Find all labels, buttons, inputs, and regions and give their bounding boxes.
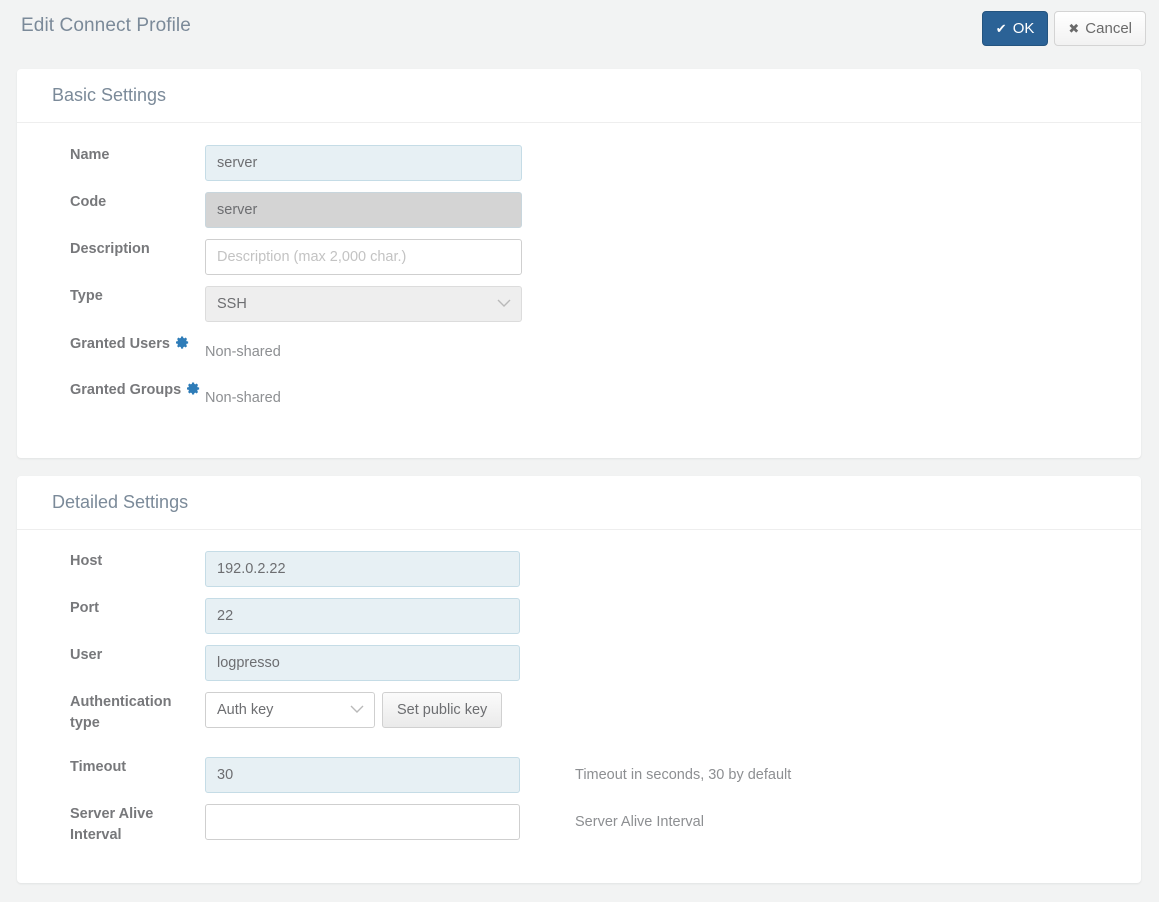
user-label: User bbox=[70, 647, 103, 663]
field-row-granted-users: Granted Users Non-shared bbox=[17, 334, 1141, 370]
port-label: Port bbox=[70, 600, 99, 616]
set-public-key-button-label: Set public key bbox=[397, 702, 488, 718]
detailed-settings-title: Detailed Settings bbox=[52, 492, 189, 512]
auth-type-label: Authentication type bbox=[70, 694, 172, 732]
auth-type-select-value: Auth key bbox=[217, 702, 274, 718]
type-select: SSH bbox=[205, 286, 522, 322]
dialog-header: Edit Connect Profile ✔ OK ✖ Cancel bbox=[0, 0, 1159, 57]
timeout-help-text: Timeout in seconds, 30 by default bbox=[575, 767, 792, 784]
description-label: Description bbox=[70, 241, 150, 257]
field-row-user: User bbox=[17, 645, 1141, 681]
granted-groups-label: Granted Groups bbox=[17, 380, 205, 401]
type-select-value: SSH bbox=[217, 296, 247, 312]
set-public-key-button[interactable]: Set public key bbox=[382, 692, 503, 728]
host-input[interactable] bbox=[205, 551, 520, 587]
field-row-host: Host bbox=[17, 551, 1141, 587]
field-row-server-alive-interval: Server Alive Interval Server Alive Inter… bbox=[17, 804, 1141, 846]
code-label: Code bbox=[70, 194, 107, 210]
host-label: Host bbox=[70, 553, 103, 569]
server-alive-interval-help-text: Server Alive Interval bbox=[575, 814, 704, 831]
detailed-settings-body: Host Port User Authentication type Auth … bbox=[17, 551, 1141, 846]
type-label: Type bbox=[70, 288, 103, 304]
gear-icon[interactable] bbox=[186, 381, 201, 396]
field-row-code: Code bbox=[17, 192, 1141, 228]
field-row-name: Name bbox=[17, 145, 1141, 181]
basic-settings-body: Name Code Description Type SSH bbox=[17, 145, 1141, 416]
field-row-description: Description bbox=[17, 239, 1141, 275]
server-alive-interval-input[interactable] bbox=[205, 804, 520, 841]
field-row-port: Port bbox=[17, 598, 1141, 634]
server-alive-interval-label: Server Alive Interval bbox=[70, 806, 154, 844]
description-input[interactable] bbox=[205, 239, 522, 275]
cancel-button[interactable]: ✖ Cancel bbox=[1054, 11, 1146, 46]
check-icon: ✔ bbox=[995, 21, 1007, 36]
type-select-value-box: SSH bbox=[205, 286, 522, 322]
header-actions: ✔ OK ✖ Cancel bbox=[981, 11, 1146, 46]
field-row-granted-groups: Granted Groups Non-shared bbox=[17, 380, 1141, 416]
ok-button[interactable]: ✔ OK bbox=[981, 11, 1049, 46]
field-row-auth-type: Authentication type Auth key Set public … bbox=[17, 692, 1141, 734]
page-title: Edit Connect Profile bbox=[21, 15, 191, 36]
auth-type-select[interactable]: Auth key bbox=[205, 692, 375, 728]
granted-users-label-text: Granted Users bbox=[70, 336, 170, 352]
basic-settings-header: Basic Settings bbox=[17, 69, 1141, 123]
granted-groups-value: Non-shared bbox=[205, 390, 281, 406]
field-row-type: Type SSH bbox=[17, 286, 1141, 322]
port-input[interactable] bbox=[205, 598, 520, 634]
detailed-settings-header: Detailed Settings bbox=[17, 476, 1141, 530]
granted-groups-label-text: Granted Groups bbox=[70, 382, 182, 398]
timeout-input[interactable] bbox=[205, 757, 520, 794]
name-label: Name bbox=[70, 147, 110, 163]
ok-button-label: OK bbox=[1012, 20, 1035, 37]
code-input bbox=[205, 192, 522, 228]
timeout-label: Timeout bbox=[70, 759, 127, 776]
granted-users-value: Non-shared bbox=[205, 344, 281, 360]
cancel-button-label: Cancel bbox=[1085, 20, 1132, 37]
gear-icon[interactable] bbox=[175, 335, 190, 350]
detailed-settings-card: Detailed Settings Host Port User Authent… bbox=[17, 476, 1141, 883]
user-input[interactable] bbox=[205, 645, 520, 681]
close-icon: ✖ bbox=[1068, 21, 1080, 36]
basic-settings-title: Basic Settings bbox=[52, 85, 167, 105]
granted-users-label: Granted Users bbox=[17, 334, 205, 355]
basic-settings-card: Basic Settings Name Code Description Typ… bbox=[17, 69, 1141, 458]
name-input[interactable] bbox=[205, 145, 522, 181]
field-row-timeout: Timeout Timeout in seconds, 30 by defaul… bbox=[17, 757, 1141, 794]
auth-type-select-value-box: Auth key bbox=[205, 692, 375, 728]
